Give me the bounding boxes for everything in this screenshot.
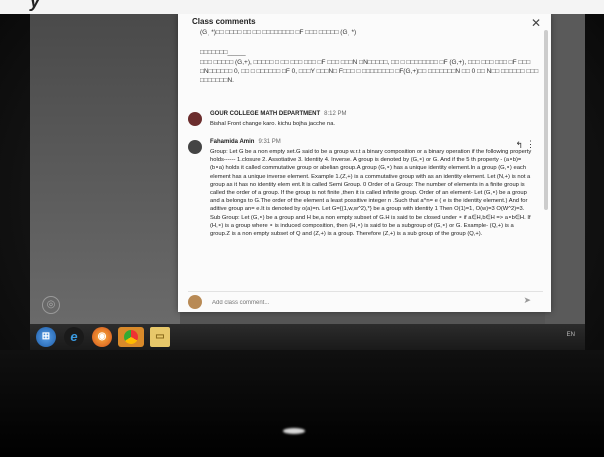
firefox-icon[interactable]: ◉: [92, 327, 112, 347]
avatar: [188, 140, 202, 154]
comment-author: GOUR COLLEGE MATH DEPARTMENT: [210, 111, 321, 117]
photo-top-strip: y: [0, 0, 604, 14]
comment-header: Fahamida Amin 9:31 PM: [210, 139, 281, 145]
internet-explorer-icon[interactable]: e: [64, 327, 84, 347]
tray-language[interactable]: EN: [567, 332, 575, 338]
avatar: [188, 112, 202, 126]
avatar: [188, 295, 202, 309]
photo-caption: y: [30, 0, 42, 11]
comments-scroll-area[interactable]: (Gˌ *)□□ □□□□ □□ □□ □□□□□□□□ □F □□□ □□□□…: [188, 28, 543, 293]
comment-author: Fahamida Amin: [210, 139, 255, 145]
scrollbar[interactable]: [544, 30, 548, 210]
comment-text: Bishal Front change karo. kichu bojha ja…: [210, 121, 336, 127]
dialog-title: Class comments: [192, 17, 256, 26]
scrambled-text-line: □□□□□□□_____: [200, 49, 246, 56]
monitor-bezel: [0, 350, 604, 457]
windows-start-icon[interactable]: ⊞: [36, 327, 56, 347]
comment-time: 8:12 PM: [324, 111, 347, 117]
scrambled-text-line: (Gˌ *)□□ □□□□ □□ □□ □□□□□□□□ □F □□□ □□□□…: [200, 29, 357, 36]
background-page-right: [545, 14, 585, 324]
comment-header: GOUR COLLEGE MATH DEPARTMENT 8:12 PM: [210, 111, 346, 117]
chrome-icon[interactable]: [118, 327, 144, 347]
class-comments-dialog: Class comments ✕ (Gˌ *)□□ □□□□ □□ □□ □□□…: [178, 14, 551, 312]
monitor-screen: ◎ Class comments ✕ (Gˌ *)□□ □□□□ □□ □□ □…: [30, 14, 585, 324]
power-light: [283, 428, 305, 434]
comment-time: 9:31 PM: [258, 139, 281, 145]
info-icon[interactable]: ◎: [42, 296, 60, 314]
send-icon[interactable]: ➤: [523, 295, 531, 306]
comment-input[interactable]: [210, 296, 504, 309]
comment-text: Group: Let G be a non empty set.G said t…: [210, 149, 532, 238]
windows-taskbar: ⊞ e ◉ ▭ EN: [30, 324, 585, 350]
background-page-left: [30, 14, 180, 324]
comment-composer: ➤: [188, 291, 543, 312]
folder-icon[interactable]: ▭: [150, 327, 170, 347]
scrambled-text-paragraph: □□□ □□□□□ (G,+), □□□□□ □ □□ □□□ □□□ □F □…: [200, 59, 539, 84]
